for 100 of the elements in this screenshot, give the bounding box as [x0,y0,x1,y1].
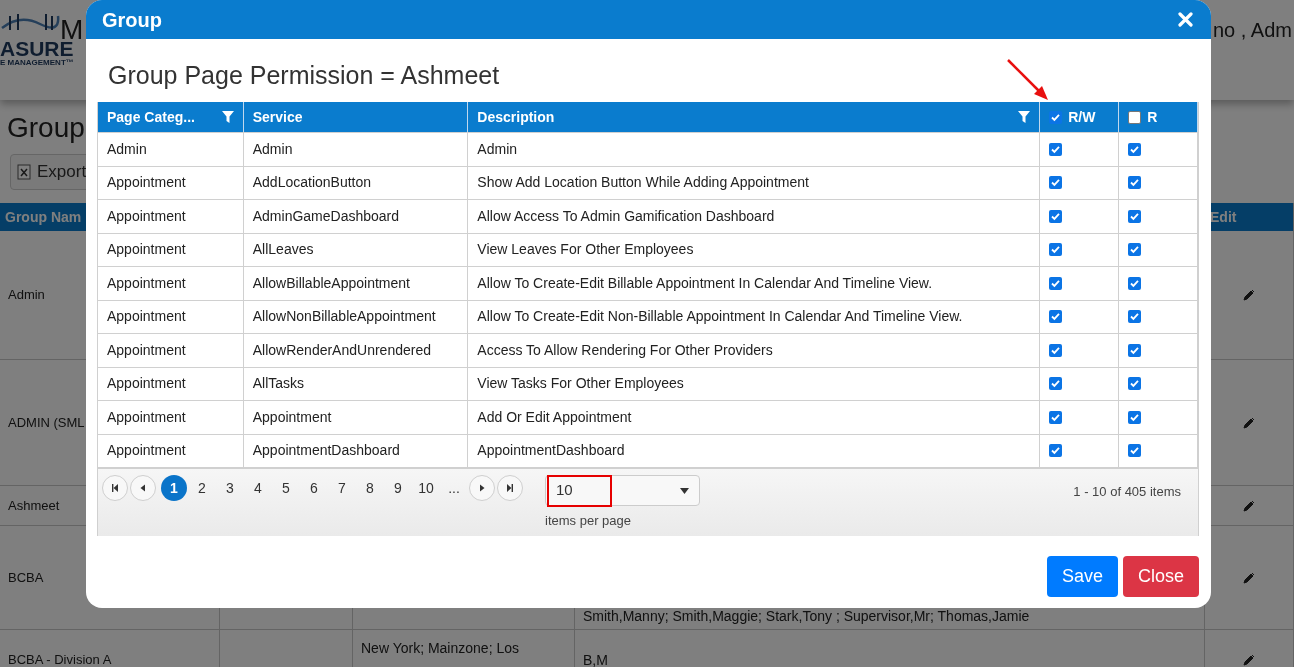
checkbox[interactable] [1049,444,1063,458]
table-cell-text: Ashmeet [8,496,60,515]
checkbox[interactable] [1128,410,1142,424]
checkbox[interactable] [1049,410,1063,424]
table-cell-text: AllTasks [252,374,305,394]
checkbox[interactable] [1049,176,1063,190]
spreadsheet-icon [17,164,31,180]
table-cell-text: Allow To Create-Edit Billable Appointment In Calendar And Timeline View. [477,273,933,293]
table-cell-text: ADMIN (SML [8,413,85,432]
dialog-heading: Group Page Permission = Ashmeet [108,60,500,91]
last-page-button[interactable] [497,475,523,501]
close-button[interactable]: Close [1122,556,1199,597]
table-cell-text: B,M [583,651,608,667]
table-cell-text: Appointment [107,441,186,461]
table-cell-text: Admin [8,286,45,305]
column-header: Group Nam [5,207,82,227]
filter-icon[interactable] [221,111,234,123]
logo-tagline: E MANAGEMENT™ [0,59,74,67]
page-title: Group [7,111,85,145]
checkbox[interactable] [1128,276,1142,290]
page-button[interactable]: 6 [301,475,327,501]
checkbox[interactable] [1128,243,1142,257]
checkbox[interactable] [1049,377,1063,391]
checkbox[interactable] [1128,142,1142,156]
table-cell-text: AllLeaves [252,240,314,260]
table-cell-text: AllowRenderAndUnrendered [252,340,431,360]
table-cell-text: Allow To Create-Edit Non-Billable Appointment In Calendar And Timeline View. [477,307,963,327]
checkbox[interactable] [1128,377,1142,391]
last-page-icon [505,483,515,493]
table-cell-text: Appointment [107,206,186,226]
first-page-icon [110,483,120,493]
page-range-text: 1 - 10 of 405 items [1073,483,1181,501]
checkbox[interactable] [1049,343,1063,357]
user-name: no , Adm [1213,20,1292,40]
save-button[interactable]: Save [1046,556,1118,597]
table-cell-text: AllowBillableAppointment [252,273,410,293]
pencil-icon[interactable] [1243,499,1255,512]
page-button[interactable]: 2 [189,475,215,501]
table-cell-text: BCBA - Division A [8,650,112,667]
table-cell-text: Appointment [107,273,186,293]
column-header: Page Categ... [107,107,195,127]
dialog-title: Group [102,7,162,33]
filter-icon[interactable] [1018,111,1031,123]
annotation-arrow [1007,59,1048,100]
column-header: Service [252,107,303,127]
previous-page-icon [138,483,148,493]
table-cell-text: Add Or Edit Appointment [477,407,632,427]
checkbox[interactable] [1049,110,1063,124]
previous-page-button[interactable] [130,475,156,501]
pencil-icon[interactable] [1243,416,1255,429]
table-cell-text: Appointment [107,407,186,427]
checkbox[interactable] [1128,310,1142,324]
page-button[interactable]: 10 [413,475,439,501]
table-cell-text: Appointment [107,374,186,394]
page-button[interactable]: ... [441,475,467,501]
pencil-icon[interactable] [1243,653,1255,666]
checkbox[interactable] [1049,209,1063,223]
checkbox[interactable] [1049,243,1063,257]
checkbox[interactable] [1049,276,1063,290]
page-button[interactable]: 5 [273,475,299,501]
page-button[interactable]: 7 [329,475,355,501]
table-cell-text: AppointmentDashboard [252,441,400,461]
page-size-select[interactable]: 10 [545,475,700,506]
checkbox[interactable] [1128,176,1142,190]
close-icon[interactable] [1178,12,1193,27]
table-cell-text: BCBA [8,568,44,587]
table-cell-text: AdminGameDashboard [252,206,400,226]
table-cell-text: Allow Access To Admin Gamification Dashboard [477,206,775,226]
table-cell-text: Appointment [107,240,186,260]
page-button[interactable]: 4 [245,475,271,501]
column-header: Edit [1210,207,1237,227]
table-cell-text: New York; Mainzone; Los [361,639,519,658]
page-button[interactable]: 3 [217,475,243,501]
table-cell-text: AddLocationButton [252,173,372,193]
table-cell-text: Appointment [107,340,186,360]
first-page-button[interactable] [102,475,128,501]
checkbox[interactable] [1128,209,1142,223]
table-cell-text: Smith,Manny; Smith,Maggie; Stark,Tony ; Supervisor,Mr; Thomas,Jamie [583,607,1030,626]
table-cell-text: AllowNonBillableAppointment [252,307,436,327]
table-cell-text: Show Add Location Button While Adding Appointment [477,173,809,193]
checkbox[interactable] [1049,142,1063,156]
pencil-icon[interactable] [1243,571,1255,584]
checkbox[interactable] [1128,343,1142,357]
next-page-button[interactable] [469,475,495,501]
pencil-icon[interactable] [1243,289,1255,301]
page-button[interactable]: 8 [357,475,383,501]
table-cell-text: AppointmentDashboard [477,441,625,461]
column-header: Description [477,107,555,127]
checkbox[interactable] [1128,110,1142,124]
table-cell-text: Admin [252,139,293,159]
checkbox[interactable] [1128,444,1142,458]
table-cell-text: View Leaves For Other Employees [477,240,694,260]
page-size-label: items per page [545,512,632,530]
page-button[interactable]: 1 [161,475,187,501]
column-header: R/W [1068,107,1096,127]
page-button[interactable]: 9 [385,475,411,501]
next-page-icon [477,483,487,493]
checkbox[interactable] [1049,310,1063,324]
table-cell-text: View Tasks For Other Employees [477,374,684,394]
table-cell-text: Appointment [252,407,332,427]
